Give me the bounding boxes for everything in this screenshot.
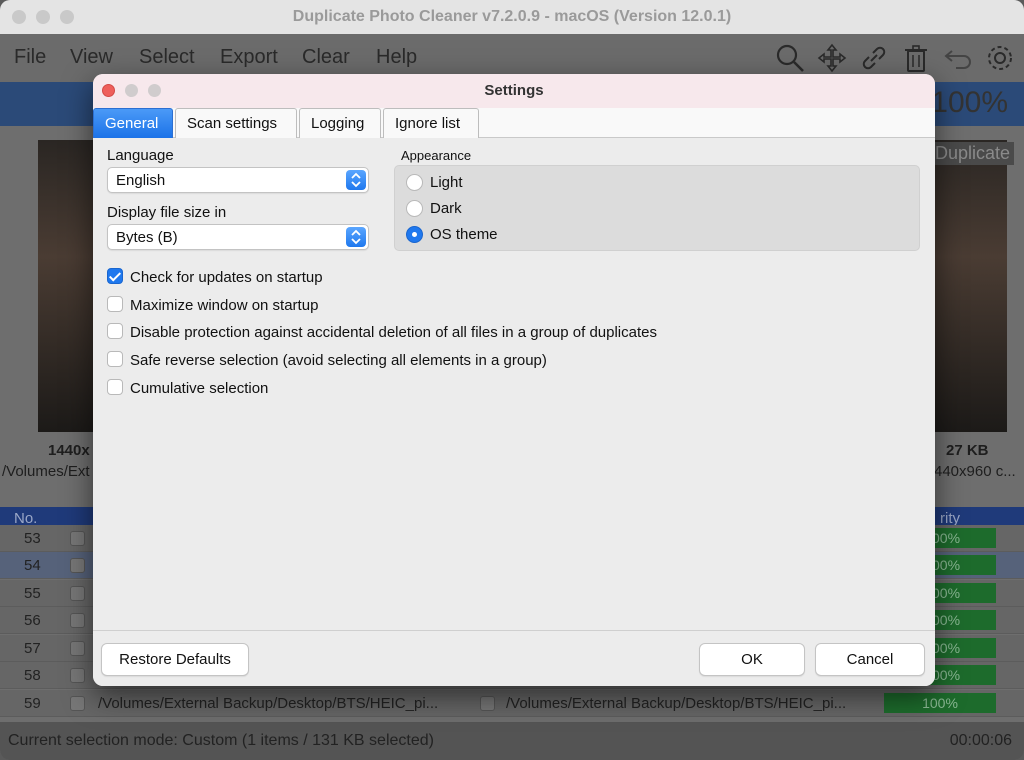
dialog-minimize-button bbox=[125, 84, 138, 97]
check-updates-checkbox[interactable] bbox=[107, 268, 123, 284]
dialog-zoom-button bbox=[148, 84, 161, 97]
filesize-value: Bytes (B) bbox=[116, 229, 178, 246]
tab-logging[interactable]: Logging bbox=[299, 108, 381, 138]
undo-icon[interactable] bbox=[942, 42, 974, 74]
cumulative-selection-label[interactable]: Cumulative selection bbox=[130, 380, 268, 397]
minimize-window-button[interactable] bbox=[36, 10, 50, 24]
filesize-select[interactable]: Bytes (B) bbox=[107, 224, 369, 250]
left-photo-dims: 1440x bbox=[48, 442, 90, 459]
row-checkbox[interactable] bbox=[70, 641, 85, 656]
search-icon[interactable] bbox=[774, 42, 806, 74]
appearance-label: Appearance bbox=[401, 148, 472, 163]
right-photo-size: 27 KB bbox=[946, 442, 989, 459]
similarity-bar: 00% bbox=[928, 528, 996, 548]
settings-dialog: Settings General Scan settings Logging I… bbox=[93, 74, 935, 686]
maximize-window-checkbox[interactable] bbox=[107, 296, 123, 312]
window-title: Duplicate Photo Cleaner v7.2.0.9 - macOS… bbox=[0, 0, 1024, 34]
chevron-updown-icon bbox=[346, 227, 366, 247]
similarity-bar: 00% bbox=[928, 555, 996, 575]
disable-protection-checkbox[interactable] bbox=[107, 323, 123, 339]
row-checkbox[interactable] bbox=[70, 558, 85, 573]
cancel-button[interactable]: Cancel bbox=[815, 643, 925, 676]
check-updates-label[interactable]: Check for updates on startup bbox=[130, 269, 323, 286]
row-checkbox-right[interactable] bbox=[480, 696, 495, 711]
row-checkbox[interactable] bbox=[70, 668, 85, 683]
appearance-group: Light Dark OS theme bbox=[394, 165, 920, 251]
row-number: 55 bbox=[24, 585, 41, 602]
menu-select[interactable]: Select bbox=[139, 46, 195, 69]
row-number: 54 bbox=[24, 557, 41, 574]
right-photo-dims: 440x960 c... bbox=[934, 463, 1016, 480]
disable-protection-label[interactable]: Disable protection against accidental de… bbox=[130, 324, 657, 341]
table-row[interactable]: 59 /Volumes/External Backup/Desktop/BTS/… bbox=[0, 690, 1024, 717]
menu-clear[interactable]: Clear bbox=[302, 46, 350, 69]
language-select[interactable]: English bbox=[107, 167, 369, 193]
maximize-window-label[interactable]: Maximize window on startup bbox=[130, 297, 318, 314]
appearance-dark-radio[interactable] bbox=[406, 200, 423, 217]
close-window-button[interactable] bbox=[12, 10, 26, 24]
row-number: 57 bbox=[24, 640, 41, 657]
dialog-title: Settings bbox=[93, 74, 935, 108]
trash-icon[interactable] bbox=[900, 42, 932, 74]
chevron-updown-icon bbox=[346, 170, 366, 190]
appearance-light-radio[interactable] bbox=[406, 174, 423, 191]
safe-reverse-checkbox[interactable] bbox=[107, 351, 123, 367]
language-value: English bbox=[116, 172, 166, 189]
move-icon[interactable] bbox=[816, 42, 848, 74]
left-photo-path: /Volumes/Ext bbox=[2, 463, 90, 480]
similarity-percent: 100% bbox=[931, 86, 1008, 119]
menu-export[interactable]: Export bbox=[220, 46, 278, 69]
tab-ignore-list[interactable]: Ignore list bbox=[383, 108, 479, 138]
similarity-bar: 00% bbox=[928, 665, 996, 685]
duplicate-tag: Duplicate bbox=[930, 142, 1014, 165]
cumulative-selection-checkbox[interactable] bbox=[107, 379, 123, 395]
restore-defaults-button[interactable]: Restore Defaults bbox=[101, 643, 249, 676]
row-checkbox[interactable] bbox=[70, 696, 85, 711]
row-number: 59 bbox=[24, 695, 41, 712]
row-left-path: /Volumes/External Backup/Desktop/BTS/HEI… bbox=[98, 695, 439, 712]
appearance-os-theme-label[interactable]: OS theme bbox=[430, 226, 498, 243]
dialog-button-bar: Restore Defaults OK Cancel bbox=[93, 630, 935, 686]
menu-file[interactable]: File bbox=[14, 46, 46, 69]
status-bar: Current selection mode: Custom (1 items … bbox=[0, 722, 1024, 760]
ok-button[interactable]: OK bbox=[699, 643, 805, 676]
row-checkbox[interactable] bbox=[70, 531, 85, 546]
menu-view[interactable]: View bbox=[70, 46, 113, 69]
appearance-light-label[interactable]: Light bbox=[430, 174, 463, 191]
settings-tabs: General Scan settings Logging Ignore lis… bbox=[93, 108, 935, 138]
link-icon[interactable] bbox=[858, 42, 890, 74]
row-checkbox[interactable] bbox=[70, 586, 85, 601]
row-right-path: /Volumes/External Backup/Desktop/BTS/HEI… bbox=[506, 695, 847, 712]
right-photo-preview[interactable] bbox=[935, 140, 1007, 432]
selection-status: Current selection mode: Custom (1 items … bbox=[8, 732, 434, 749]
similarity-bar: 00% bbox=[928, 638, 996, 658]
safe-reverse-label[interactable]: Safe reverse selection (avoid selecting … bbox=[130, 352, 547, 369]
filesize-label: Display file size in bbox=[107, 204, 227, 221]
row-number: 53 bbox=[24, 530, 41, 547]
similarity-bar: 100% bbox=[884, 693, 996, 713]
tab-general[interactable]: General bbox=[93, 108, 173, 138]
row-checkbox[interactable] bbox=[70, 613, 85, 628]
menu-help[interactable]: Help bbox=[376, 46, 417, 69]
language-label: Language bbox=[107, 147, 174, 164]
similarity-bar: 00% bbox=[928, 583, 996, 603]
gear-icon[interactable] bbox=[984, 42, 1016, 74]
tab-scan-settings[interactable]: Scan settings bbox=[175, 108, 297, 138]
appearance-os-theme-radio[interactable] bbox=[406, 226, 423, 243]
dialog-close-button[interactable] bbox=[102, 84, 115, 97]
elapsed-timer: 00:00:06 bbox=[949, 732, 1012, 749]
similarity-bar: 00% bbox=[928, 610, 996, 630]
row-number: 58 bbox=[24, 667, 41, 684]
appearance-dark-label[interactable]: Dark bbox=[430, 200, 462, 217]
row-number: 56 bbox=[24, 612, 41, 629]
zoom-window-button[interactable] bbox=[60, 10, 74, 24]
